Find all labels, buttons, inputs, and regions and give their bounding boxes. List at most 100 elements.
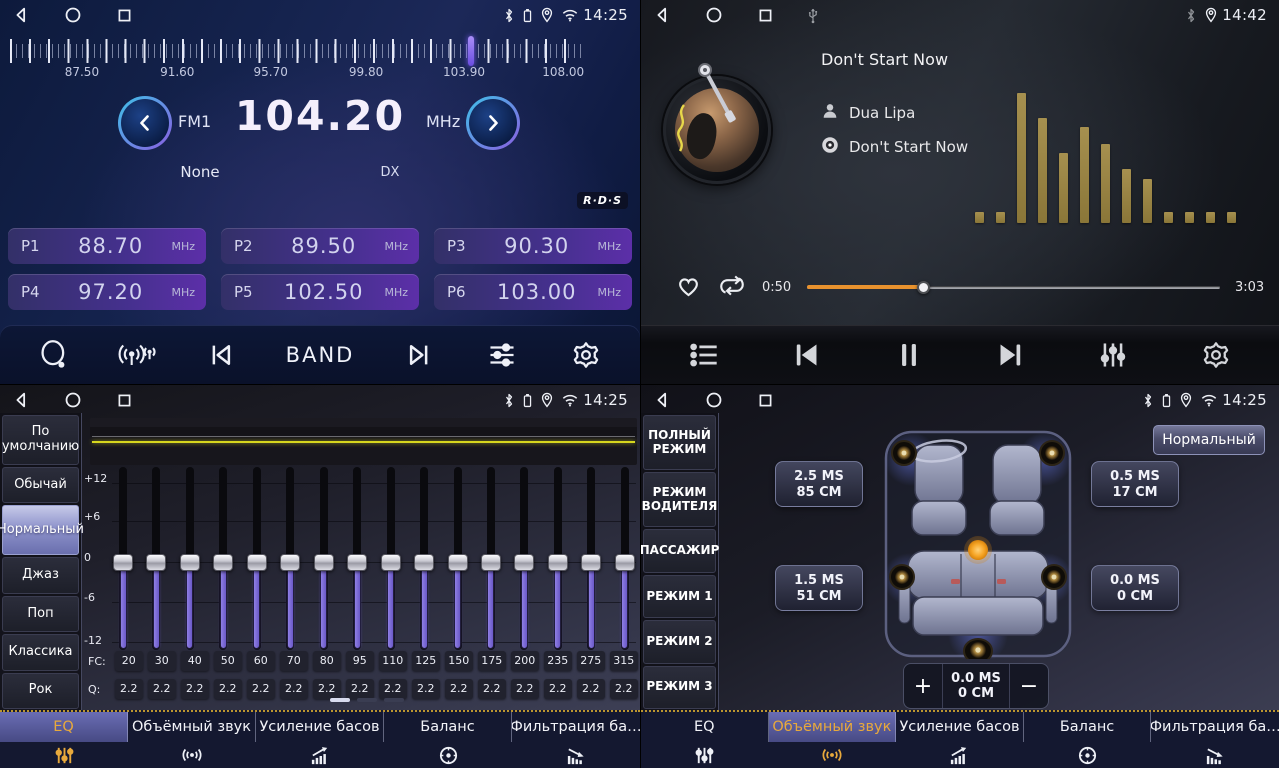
nav-home-icon[interactable] bbox=[705, 6, 723, 24]
decrease-button[interactable]: − bbox=[1010, 664, 1048, 708]
preset-button-P6[interactable]: P6103.00MHz bbox=[434, 274, 632, 310]
mode-5[interactable]: РЕЖИМ 2 bbox=[643, 620, 716, 663]
eq-band-slider-9[interactable] bbox=[380, 473, 402, 646]
eq-band-slider-8[interactable] bbox=[346, 473, 368, 646]
mode-2[interactable]: РЕЖИМ ВОДИТЕЛЯ bbox=[643, 472, 716, 527]
q-value[interactable]: 2.2 bbox=[577, 679, 606, 699]
eq-preset-2[interactable]: Обычай bbox=[2, 467, 79, 503]
fc-value[interactable]: 95 bbox=[346, 651, 375, 671]
fc-value[interactable]: 70 bbox=[280, 651, 309, 671]
tab-equalizer[interactable]: EQ bbox=[641, 712, 769, 768]
dx-mode[interactable]: DX bbox=[368, 165, 412, 180]
eq-band-slider-2[interactable] bbox=[145, 473, 167, 646]
preset-button-P3[interactable]: P390.30MHz bbox=[434, 228, 632, 264]
q-value[interactable]: 2.2 bbox=[445, 679, 474, 699]
tab-bass-boost[interactable]: Усиление басов bbox=[256, 712, 384, 768]
fc-value[interactable]: 50 bbox=[214, 651, 243, 671]
eq-preset-1[interactable]: По умолчанию bbox=[2, 415, 79, 465]
eq-band-slider-16[interactable] bbox=[614, 473, 636, 646]
tune-down-button[interactable] bbox=[118, 96, 172, 150]
slider-thumb[interactable] bbox=[448, 554, 468, 571]
progress-slider[interactable] bbox=[807, 280, 1220, 294]
eq-band-slider-1[interactable] bbox=[112, 473, 134, 646]
tab-filter[interactable]: Фильтрация ба… bbox=[1151, 712, 1279, 768]
fc-value[interactable]: 235 bbox=[544, 651, 573, 671]
slider-thumb[interactable] bbox=[548, 554, 568, 571]
slider-thumb[interactable] bbox=[414, 554, 434, 571]
eq-preset-4[interactable]: Джаз bbox=[2, 557, 79, 593]
mode-1[interactable]: ПОЛНЫЙ РЕЖИМ bbox=[643, 415, 716, 470]
q-value[interactable]: 2.2 bbox=[346, 679, 375, 699]
slider-thumb[interactable] bbox=[280, 554, 300, 571]
eq-preset-3[interactable]: Нормальный bbox=[2, 505, 79, 555]
favorite-icon[interactable] bbox=[675, 273, 702, 302]
tab-equalizer[interactable]: EQ bbox=[0, 712, 128, 768]
eq-band-slider-13[interactable] bbox=[513, 473, 535, 646]
fc-value[interactable]: 20 bbox=[115, 651, 144, 671]
eq-band-slider-3[interactable] bbox=[179, 473, 201, 646]
slider-thumb[interactable] bbox=[314, 554, 334, 571]
eq-band-slider-7[interactable] bbox=[313, 473, 335, 646]
fc-value[interactable]: 125 bbox=[412, 651, 441, 671]
q-value[interactable]: 2.2 bbox=[511, 679, 540, 699]
slider-thumb[interactable] bbox=[481, 554, 501, 571]
eq-band-slider-14[interactable] bbox=[547, 473, 569, 646]
settings-icon[interactable] bbox=[566, 340, 606, 370]
slider-thumb[interactable] bbox=[514, 554, 534, 571]
mode-4[interactable]: РЕЖИМ 1 bbox=[643, 575, 716, 618]
nav-back-icon[interactable] bbox=[12, 6, 30, 24]
tab-filter[interactable]: Фильтрация ба… bbox=[512, 712, 640, 768]
nav-recents-icon[interactable] bbox=[757, 392, 774, 409]
eq-preset-5[interactable]: Поп bbox=[2, 596, 79, 632]
eq-band-slider-4[interactable] bbox=[212, 473, 234, 646]
band-button[interactable]: BAND bbox=[286, 343, 355, 367]
nav-back-icon[interactable] bbox=[12, 391, 30, 409]
next-icon[interactable] bbox=[398, 340, 438, 370]
preset-button-P4[interactable]: P497.20MHz bbox=[8, 274, 206, 310]
q-value[interactable]: 2.2 bbox=[280, 679, 309, 699]
nav-home-icon[interactable] bbox=[705, 391, 723, 409]
eq-band-slider-15[interactable] bbox=[580, 473, 602, 646]
q-value[interactable]: 2.2 bbox=[544, 679, 573, 699]
q-value[interactable]: 2.2 bbox=[214, 679, 243, 699]
fc-value[interactable]: 110 bbox=[379, 651, 408, 671]
tab-balance[interactable]: Баланс bbox=[1024, 712, 1152, 768]
q-value[interactable]: 2.2 bbox=[148, 679, 177, 699]
scan-icon[interactable] bbox=[34, 339, 74, 371]
broadcast-icon[interactable] bbox=[118, 340, 158, 370]
pause-icon[interactable] bbox=[889, 340, 929, 370]
nav-back-icon[interactable] bbox=[653, 391, 671, 409]
preset-button-P2[interactable]: P289.50MHz bbox=[221, 228, 419, 264]
fc-value[interactable]: 40 bbox=[181, 651, 210, 671]
tab-surround-sound[interactable]: Объёмный звук bbox=[128, 712, 256, 768]
repeat-icon[interactable] bbox=[717, 273, 747, 302]
slider-thumb[interactable] bbox=[347, 554, 367, 571]
tab-surround-sound[interactable]: Объёмный звук bbox=[769, 712, 897, 768]
slider-thumb[interactable] bbox=[247, 554, 267, 571]
q-value[interactable]: 2.2 bbox=[313, 679, 342, 699]
settings-icon[interactable] bbox=[1196, 340, 1236, 370]
q-value[interactable]: 2.2 bbox=[115, 679, 144, 699]
fc-value[interactable]: 275 bbox=[577, 651, 606, 671]
fc-value[interactable]: 175 bbox=[478, 651, 507, 671]
equalizer-sliders-icon[interactable] bbox=[1093, 340, 1133, 370]
preset-button-P1[interactable]: P188.70MHz bbox=[8, 228, 206, 264]
tune-up-button[interactable] bbox=[466, 96, 520, 150]
slider-thumb[interactable] bbox=[180, 554, 200, 571]
q-value[interactable]: 2.2 bbox=[478, 679, 507, 699]
nav-recents-icon[interactable] bbox=[757, 7, 774, 24]
fc-value[interactable]: 80 bbox=[313, 651, 342, 671]
increase-button[interactable]: + bbox=[904, 664, 942, 708]
next-filled-icon[interactable] bbox=[991, 339, 1031, 371]
eq-preset-6[interactable]: Классика bbox=[2, 634, 79, 670]
nav-back-icon[interactable] bbox=[653, 6, 671, 24]
progress-thumb[interactable] bbox=[917, 281, 930, 294]
field-preset-button[interactable]: Нормальный bbox=[1153, 425, 1265, 455]
slider-thumb[interactable] bbox=[615, 554, 635, 571]
fc-value[interactable]: 315 bbox=[610, 651, 639, 671]
eq-band-slider-11[interactable] bbox=[447, 473, 469, 646]
q-value[interactable]: 2.2 bbox=[181, 679, 210, 699]
tab-bass-boost[interactable]: Усиление басов bbox=[896, 712, 1024, 768]
tab-balance[interactable]: Баланс bbox=[384, 712, 512, 768]
q-value[interactable]: 2.2 bbox=[379, 679, 408, 699]
